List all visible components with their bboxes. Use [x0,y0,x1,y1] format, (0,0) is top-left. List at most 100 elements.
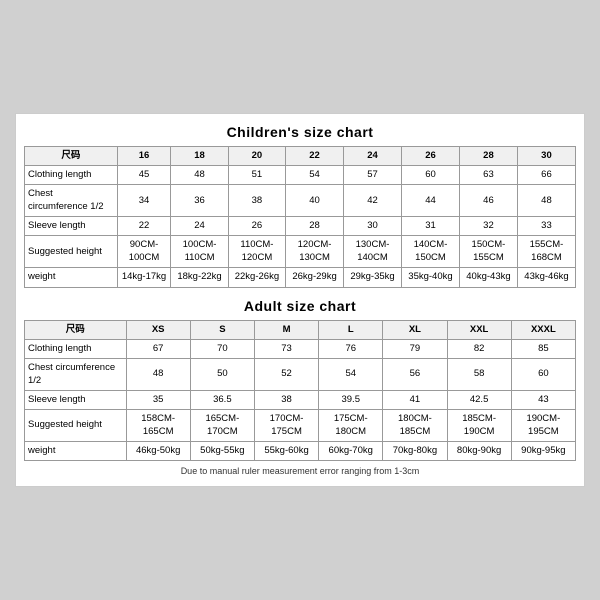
table-cell: 60 [511,359,575,391]
table-cell: 66 [517,166,575,185]
table-cell: 46kg-50kg [126,441,190,460]
table-row: Suggested height90CM-100CM100CM-110CM110… [25,236,576,268]
table-cell: 22 [117,217,170,236]
row-label: Sleeve length [25,217,118,236]
table-cell: 35kg-40kg [402,268,460,287]
table-cell: 41 [383,390,447,409]
adult-header-cell: S [190,320,254,339]
table-cell: 58 [447,359,511,391]
adult-header-cell: 尺码 [25,320,127,339]
table-cell: 76 [319,339,383,358]
table-row: Clothing length67707376798285 [25,339,576,358]
table-cell: 82 [447,339,511,358]
table-cell: 32 [459,217,517,236]
adult-header-cell: XL [383,320,447,339]
table-cell: 26kg-29kg [286,268,344,287]
table-cell: 60 [402,166,460,185]
table-cell: 190CM-195CM [511,410,575,442]
table-cell: 73 [254,339,318,358]
table-cell: 79 [383,339,447,358]
table-cell: 165CM-170CM [190,410,254,442]
table-cell: 120CM-130CM [286,236,344,268]
table-cell: 35 [126,390,190,409]
table-cell: 185CM-190CM [447,410,511,442]
table-cell: 52 [254,359,318,391]
table-cell: 67 [126,339,190,358]
table-cell: 80kg-90kg [447,441,511,460]
table-cell: 90kg-95kg [511,441,575,460]
table-cell: 110CM-120CM [228,236,285,268]
adult-header-cell: XS [126,320,190,339]
row-label: weight [25,268,118,287]
table-cell: 57 [344,166,402,185]
adult-table: 尺码XSSMLXLXXLXXXL Clothing length67707376… [24,320,576,462]
table-cell: 38 [254,390,318,409]
children-header-cell: 尺码 [25,146,118,165]
row-label: Chest circumference 1/2 [25,359,127,391]
table-cell: 40 [286,185,344,217]
table-cell: 55kg-60kg [254,441,318,460]
children-header-cell: 28 [459,146,517,165]
table-cell: 46 [459,185,517,217]
children-title: Children's size chart [24,124,576,140]
table-cell: 39.5 [319,390,383,409]
table-row: Sleeve length3536.53839.54142.543 [25,390,576,409]
table-cell: 170CM-175CM [254,410,318,442]
table-cell: 34 [117,185,170,217]
adult-header-cell: M [254,320,318,339]
table-cell: 40kg-43kg [459,268,517,287]
table-cell: 70 [190,339,254,358]
adult-title: Adult size chart [24,298,576,314]
row-label: Sleeve length [25,390,127,409]
table-cell: 54 [286,166,344,185]
table-cell: 29kg-35kg [344,268,402,287]
table-cell: 43kg-46kg [517,268,575,287]
row-label: Clothing length [25,166,118,185]
children-header-cell: 20 [228,146,285,165]
table-cell: 180CM-185CM [383,410,447,442]
table-cell: 24 [171,217,229,236]
table-cell: 50 [190,359,254,391]
table-cell: 30 [344,217,402,236]
row-label: Chest circumference 1/2 [25,185,118,217]
table-cell: 175CM-180CM [319,410,383,442]
children-table: 尺码1618202224262830 Clothing length454851… [24,146,576,288]
table-cell: 158CM-165CM [126,410,190,442]
table-cell: 14kg-17kg [117,268,170,287]
table-cell: 38 [228,185,285,217]
table-row: weight14kg-17kg18kg-22kg22kg-26kg26kg-29… [25,268,576,287]
table-cell: 56 [383,359,447,391]
table-row: Suggested height158CM-165CM165CM-170CM17… [25,410,576,442]
table-cell: 140CM-150CM [402,236,460,268]
table-cell: 60kg-70kg [319,441,383,460]
table-cell: 90CM-100CM [117,236,170,268]
table-cell: 48 [517,185,575,217]
table-cell: 26 [228,217,285,236]
table-row: Clothing length4548515457606366 [25,166,576,185]
table-row: Sleeve length2224262830313233 [25,217,576,236]
table-cell: 85 [511,339,575,358]
adult-header-cell: XXL [447,320,511,339]
children-header-cell: 24 [344,146,402,165]
table-cell: 36.5 [190,390,254,409]
table-cell: 63 [459,166,517,185]
children-header-cell: 30 [517,146,575,165]
table-cell: 48 [171,166,229,185]
table-row: weight46kg-50kg50kg-55kg55kg-60kg60kg-70… [25,441,576,460]
row-label: Suggested height [25,236,118,268]
row-label: Suggested height [25,410,127,442]
children-header-cell: 18 [171,146,229,165]
table-cell: 100CM-110CM [171,236,229,268]
table-cell: 31 [402,217,460,236]
table-cell: 150CM-155CM [459,236,517,268]
table-cell: 36 [171,185,229,217]
children-header-cell: 16 [117,146,170,165]
footer-note: Due to manual ruler measurement error ra… [24,466,576,476]
table-cell: 155CM-168CM [517,236,575,268]
table-cell: 45 [117,166,170,185]
table-cell: 70kg-80kg [383,441,447,460]
table-cell: 48 [126,359,190,391]
children-header-row: 尺码1618202224262830 [25,146,576,165]
table-row: Chest circumference 1/248505254565860 [25,359,576,391]
table-cell: 130CM-140CM [344,236,402,268]
